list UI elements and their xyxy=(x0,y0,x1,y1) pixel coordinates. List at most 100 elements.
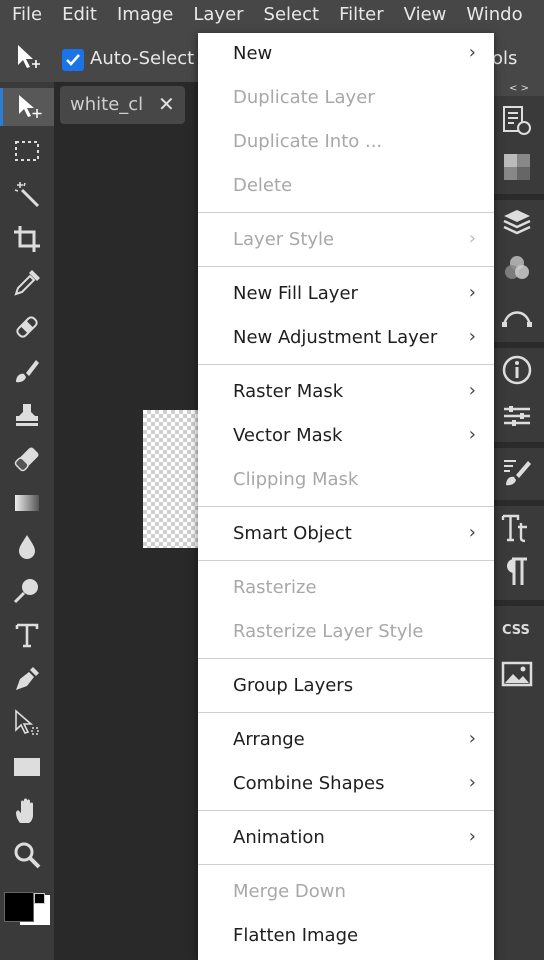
menu-item-combine-shapes[interactable]: Combine Shapes › xyxy=(198,763,494,807)
eraser-tool[interactable] xyxy=(8,440,46,478)
menu-separator xyxy=(198,506,494,507)
paths-icon[interactable] xyxy=(500,298,534,332)
image-icon[interactable] xyxy=(500,657,534,691)
healing-brush-icon xyxy=(16,316,38,338)
gradient-icon xyxy=(15,495,39,511)
history-icon[interactable] xyxy=(500,103,534,137)
menu-item-merge-down[interactable]: Merge Down xyxy=(198,871,494,915)
chevron-right-icon: › xyxy=(468,826,476,847)
layers-icon[interactable] xyxy=(500,206,534,240)
document-tab[interactable]: white_cl ✕ xyxy=(60,86,185,124)
menu-item-delete[interactable]: Delete xyxy=(198,165,494,209)
dodge-tool[interactable] xyxy=(8,572,46,610)
menu-image[interactable]: Image xyxy=(107,4,183,25)
paragraph-icon[interactable] xyxy=(500,555,534,589)
menu-item-label: Combine Shapes xyxy=(233,773,385,794)
menu-item-duplicate-layer[interactable]: Duplicate Layer xyxy=(198,77,494,121)
hand-icon xyxy=(16,798,33,823)
menu-separator xyxy=(198,864,494,865)
menu-separator xyxy=(198,212,494,213)
menu-separator xyxy=(198,364,494,365)
chevron-right-icon: › xyxy=(468,522,476,543)
close-icon[interactable]: ✕ xyxy=(158,92,175,116)
menu-item-label: Clipping Mask xyxy=(233,469,359,490)
menu-item-label: Delete xyxy=(233,175,293,196)
clone-stamp-tool[interactable] xyxy=(8,396,46,434)
menu-filter[interactable]: Filter xyxy=(329,4,394,25)
menu-item-raster-mask[interactable]: Raster Mask › xyxy=(198,371,494,415)
brush-icon xyxy=(16,360,39,383)
canvas[interactable] xyxy=(143,410,201,548)
menu-item-group-layers[interactable]: Group Layers xyxy=(198,665,494,709)
menu-item-animation[interactable]: Animation › xyxy=(198,817,494,861)
brush-settings-icon[interactable] xyxy=(500,455,534,489)
menu-view[interactable]: View xyxy=(394,4,457,25)
menu-item-arrange[interactable]: Arrange › xyxy=(198,719,494,763)
marquee-icon xyxy=(15,141,39,161)
menu-edit[interactable]: Edit xyxy=(52,4,107,25)
options-bar-right-text: ols xyxy=(492,48,518,69)
menu-separator xyxy=(198,658,494,659)
menu-item-flatten-image[interactable]: Flatten Image xyxy=(198,915,494,959)
foreground-color-swatch[interactable] xyxy=(4,892,34,922)
menu-separator xyxy=(198,266,494,267)
character-icon[interactable] xyxy=(500,511,534,545)
menu-item-label: Smart Object xyxy=(233,523,352,544)
marquee-tool[interactable] xyxy=(8,132,46,170)
magic-wand-icon xyxy=(14,182,40,208)
menu-item-vector-mask[interactable]: Vector Mask › xyxy=(198,415,494,459)
menu-item-label: Merge Down xyxy=(233,881,346,902)
pen-tool[interactable] xyxy=(8,660,46,698)
menu-item-layer-style[interactable]: Layer Style › xyxy=(198,219,494,263)
menu-item-label: New Adjustment Layer xyxy=(233,327,438,348)
menu-item-label: New xyxy=(233,43,273,64)
magic-wand-tool[interactable] xyxy=(8,176,46,214)
menu-item-label: Duplicate Layer xyxy=(233,87,375,108)
healing-brush-tool[interactable] xyxy=(8,308,46,346)
zoom-tool[interactable] xyxy=(8,836,46,874)
properties-icon[interactable] xyxy=(500,399,534,433)
default-colors-icon[interactable] xyxy=(34,893,45,904)
menu-item-duplicate-into[interactable]: Duplicate Into ... xyxy=(198,121,494,165)
menu-item-rasterize[interactable]: Rasterize xyxy=(198,567,494,611)
type-tool[interactable] xyxy=(8,616,46,654)
move-tool[interactable] xyxy=(0,88,54,126)
crop-tool[interactable] xyxy=(8,220,46,258)
menu-item-smart-object[interactable]: Smart Object › xyxy=(198,513,494,557)
menu-item-label: Arrange xyxy=(233,729,305,750)
menu-item-label: Rasterize xyxy=(233,577,317,598)
menu-item-label: Raster Mask xyxy=(233,381,344,402)
collapse-panel-icon[interactable]: < > xyxy=(494,82,544,96)
svg-text:CSS: CSS xyxy=(502,623,530,638)
menu-item-new-adjustment-layer[interactable]: New Adjustment Layer › xyxy=(198,317,494,361)
zoom-icon xyxy=(14,842,41,869)
eyedropper-icon xyxy=(14,270,40,296)
rectangle-icon xyxy=(14,758,40,776)
menu-separator xyxy=(198,810,494,811)
channels-icon[interactable] xyxy=(500,252,534,286)
info-icon[interactable] xyxy=(500,353,534,387)
rectangle-tool[interactable] xyxy=(8,748,46,786)
menu-item-new-fill-layer[interactable]: New Fill Layer › xyxy=(198,273,494,317)
menu-window[interactable]: Windo xyxy=(456,4,532,25)
swatches-icon[interactable] xyxy=(500,150,534,184)
menu-file[interactable]: File xyxy=(0,4,52,25)
menu-item-new[interactable]: New › xyxy=(198,33,494,77)
auto-select-checkbox[interactable] xyxy=(62,49,84,71)
chevron-right-icon: › xyxy=(468,380,476,401)
brush-tool[interactable] xyxy=(8,352,46,390)
move-tool-option-icon[interactable] xyxy=(14,42,44,72)
css-icon[interactable]: CSS xyxy=(500,612,534,646)
menu-item-clipping-mask[interactable]: Clipping Mask xyxy=(198,459,494,503)
menu-item-label: Vector Mask xyxy=(233,425,343,446)
menu-layer[interactable]: Layer xyxy=(183,4,253,25)
menu-select[interactable]: Select xyxy=(254,4,330,25)
dodge-icon xyxy=(13,579,38,604)
eyedropper-tool[interactable] xyxy=(8,264,46,302)
menu-item-rasterize-layer-style[interactable]: Rasterize Layer Style xyxy=(198,611,494,655)
blur-tool[interactable] xyxy=(8,528,46,566)
hand-tool[interactable] xyxy=(8,792,46,830)
gradient-tool[interactable] xyxy=(8,484,46,522)
path-select-tool[interactable] xyxy=(8,704,46,742)
chevron-right-icon: › xyxy=(468,728,476,749)
